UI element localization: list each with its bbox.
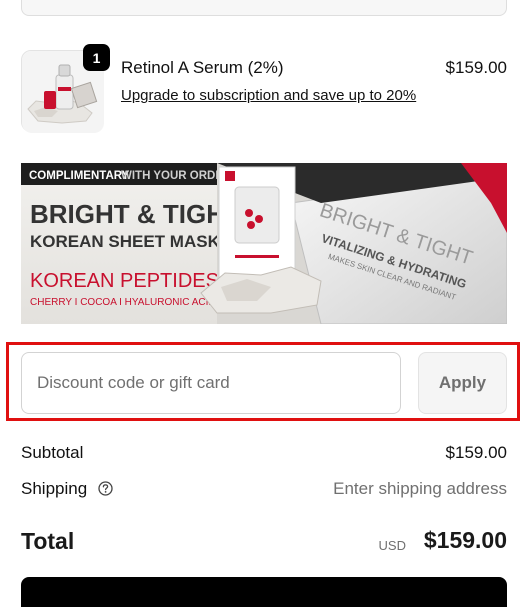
discount-code-input[interactable]: [21, 352, 401, 414]
apply-discount-button[interactable]: Apply: [418, 352, 507, 414]
banner-eyebrow-strong: COMPLIMENTARY: [29, 170, 130, 182]
banner-eyebrow-rest: WITH YOUR ORDER: [121, 170, 232, 182]
total-label: Total: [21, 528, 75, 554]
quantity-badge: 1: [83, 44, 110, 71]
banner-ingredients: CHERRY I COCOA I HYALURONIC ACID: [30, 297, 216, 308]
previous-input-field[interactable]: [21, 0, 507, 16]
product-price: $159.00: [445, 58, 507, 77]
upgrade-subscription-link[interactable]: Upgrade to subscription and save up to 2…: [121, 84, 431, 107]
shipping-value: Enter shipping address: [333, 479, 507, 498]
shipping-row: Shipping Enter shipping address: [21, 479, 507, 501]
banner-headline-1: BRIGHT & TIGHT: [30, 199, 241, 229]
total-value: $159.00: [423, 527, 507, 553]
promo-banner-graphic: COMPLIMENTARY WITH YOUR ORDER BRIGHT & T…: [21, 163, 507, 324]
banner-subhead: KOREAN PEPTIDES: [30, 270, 219, 292]
shipping-label: Shipping: [21, 479, 88, 498]
line-item: 1 Retinol A Serum (2%) Upgrade to subscr…: [21, 44, 507, 134]
subtotal-value: $159.00: [445, 443, 507, 462]
banner-headline-2: KOREAN SHEET MASK: [30, 232, 221, 251]
product-thumbnail: 1: [21, 44, 110, 133]
product-title: Retinol A Serum (2%): [121, 58, 284, 77]
subtotal-row: Subtotal $159.00: [21, 443, 507, 463]
subtotal-label: Subtotal: [21, 443, 84, 462]
pay-now-button[interactable]: Pay now: [21, 577, 507, 607]
promo-banner: COMPLIMENTARY WITH YOUR ORDER BRIGHT & T…: [21, 163, 507, 324]
help-circle-icon[interactable]: [98, 481, 113, 501]
currency-code: USD: [378, 538, 406, 553]
